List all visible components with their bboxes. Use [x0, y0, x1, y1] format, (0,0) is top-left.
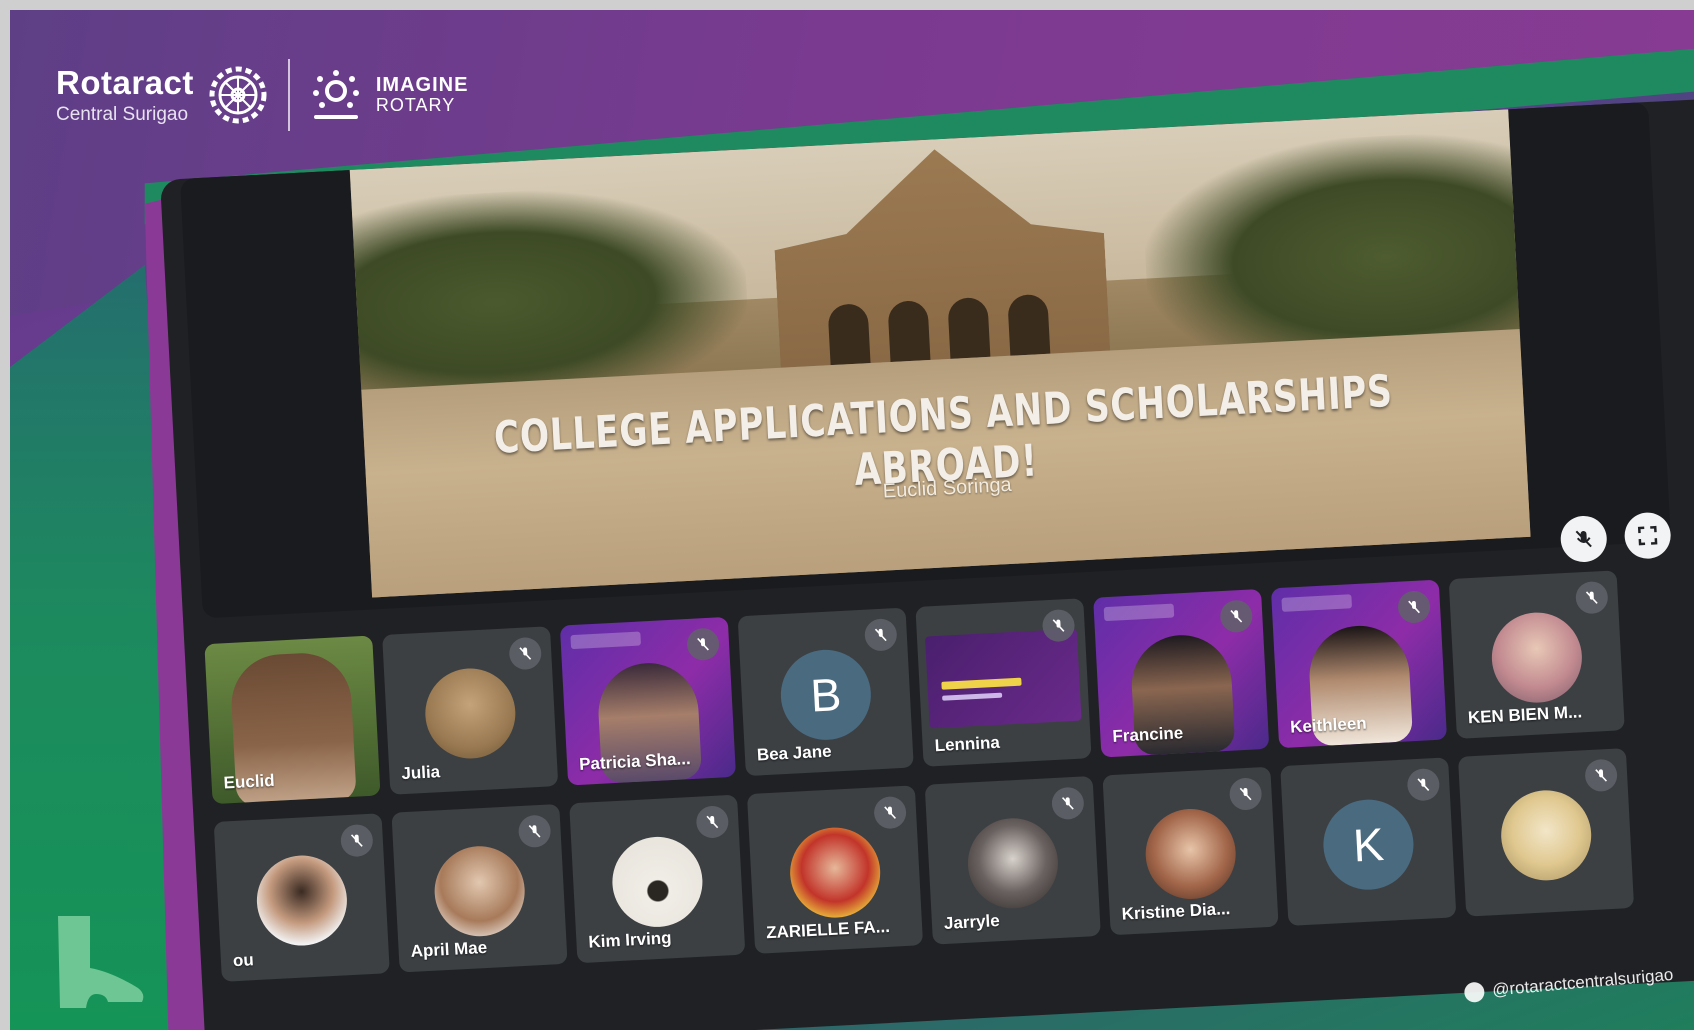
participant-name: Julia: [400, 762, 441, 784]
participant-name: ou: [232, 950, 255, 971]
mic-off-icon: [1052, 619, 1065, 632]
poster-frame: Rotaract Central Surigao IMAGINE ROTARY …: [10, 10, 1694, 1030]
muted-mic-indicator: [1406, 767, 1441, 802]
participant-avatar: [254, 853, 350, 948]
participant-tile[interactable]: Jarryle: [924, 776, 1101, 945]
participant-name: [1478, 898, 1624, 906]
boot-icon: [58, 916, 144, 1008]
fullscreen-icon: [1637, 525, 1658, 546]
campaign-line2: ROTARY: [375, 95, 456, 116]
participant-tile[interactable]: ZARIELLE FA...: [746, 785, 924, 954]
participant-tile[interactable]: KEN BIEN M...: [1448, 570, 1625, 739]
muted-mic-indicator: [340, 823, 374, 858]
participant-avatar: [423, 666, 518, 761]
church-arch: [827, 303, 871, 366]
rotary-wheel-icon: [209, 66, 267, 124]
muted-mic-indicator: [1228, 777, 1263, 811]
church-arch: [947, 296, 991, 359]
presentation-slide: COLLEGE APPLICATIONS AND SCHOLARSHIPS AB…: [349, 109, 1531, 598]
muted-mic-indicator: [863, 618, 898, 652]
participant-avatar: [432, 843, 527, 939]
participant-avatar: [610, 834, 705, 930]
mic-off-icon: [1575, 530, 1592, 548]
participant-avatar: [1498, 788, 1594, 883]
mic-off-icon: [697, 637, 709, 651]
participant-tile[interactable]: Lennina: [915, 598, 1092, 767]
participant-tile[interactable]: Francine: [1093, 588, 1270, 758]
mic-off-icon: [1408, 600, 1420, 614]
church-arch: [1007, 293, 1051, 356]
mic-off-icon: [1417, 778, 1430, 791]
participant-avatar: [1489, 610, 1585, 705]
participant-avatar: K: [1321, 797, 1416, 892]
participant-tile[interactable]: [1457, 748, 1635, 917]
muted-mic-indicator: [1219, 599, 1254, 634]
muted-mic-indicator: [1397, 590, 1431, 624]
mic-off-icon: [1585, 591, 1598, 604]
participant-name: Jarryle: [943, 911, 1001, 933]
logo-divider: [287, 59, 290, 131]
participant-tile[interactable]: Kristine Dia...: [1102, 766, 1279, 936]
background-logo: [1103, 603, 1175, 622]
participant-name: KEN BIEN M...: [1467, 702, 1583, 728]
mic-off-icon: [519, 647, 532, 660]
thumb-subtitle-bar: [942, 692, 1003, 701]
mic-off-icon: [350, 834, 363, 847]
participant-tile[interactable]: Kim Irving: [569, 794, 746, 964]
muted-mic-indicator: [1051, 786, 1085, 821]
muted-mic-indicator: [517, 814, 552, 849]
participant-avatar: [787, 825, 883, 920]
brand-logo: Rotaract Central Surigao IMAGINE ROTARY: [56, 50, 468, 140]
mic-off-icon: [706, 815, 719, 829]
participant-tile[interactable]: April Mae: [391, 803, 568, 973]
mic-off-icon: [874, 628, 887, 642]
participant-name: Bea Jane: [756, 741, 832, 765]
participant-tile[interactable]: Keithleen: [1270, 579, 1448, 749]
participant-avatar: B: [778, 647, 874, 743]
participant-name: Lennina: [934, 732, 1001, 756]
muted-mic-indicator: [1575, 580, 1609, 615]
mic-off-icon: [1239, 787, 1252, 801]
participant-avatar: [965, 816, 1061, 911]
meeting-window: COLLEGE APPLICATIONS AND SCHOLARSHIPS AB…: [160, 97, 1694, 1030]
participant-tile[interactable]: B Bea Jane: [737, 607, 914, 777]
mic-off-icon: [1061, 797, 1074, 810]
participant-name: April Mae: [410, 937, 488, 961]
participant-avatar: [1143, 806, 1238, 902]
mic-off-icon: [528, 825, 541, 838]
thumb-title-bar: [941, 677, 1022, 690]
slide-trees-left: [349, 179, 752, 402]
participant-name: Kim Irving: [587, 928, 672, 952]
background-logo: [570, 631, 642, 650]
participant-tile[interactable]: K: [1280, 757, 1457, 926]
participant-name: Kristine Dia...: [1121, 898, 1231, 924]
shared-slide-thumbnail: [924, 628, 1082, 729]
org-name: Rotaract: [56, 64, 194, 101]
mic-off-icon: [1595, 769, 1608, 782]
participant-name: ZARIELLE FA...: [765, 916, 891, 943]
participant-tile[interactable]: Euclid: [204, 635, 381, 805]
participant-tile[interactable]: ou: [213, 813, 390, 982]
mic-off-icon: [1230, 609, 1243, 623]
muted-mic-indicator: [695, 805, 730, 839]
participant-tile[interactable]: Julia: [382, 626, 559, 795]
participant-tile[interactable]: Patricia Sha...: [559, 616, 737, 786]
muted-mic-indicator: [873, 795, 907, 830]
participant-name: [1300, 908, 1446, 916]
muted-mic-indicator: [508, 636, 543, 671]
campaign-line1: IMAGINE: [375, 74, 469, 97]
org-location: Central Surigao: [56, 104, 189, 125]
muted-mic-indicator: [1584, 758, 1618, 793]
muted-mic-indicator: [686, 627, 720, 662]
mic-off-icon: [884, 806, 897, 819]
background-logo: [1281, 594, 1353, 612]
church-arch: [887, 300, 931, 363]
imagine-sun-icon: [312, 70, 359, 119]
social-icon: [1463, 981, 1486, 1004]
